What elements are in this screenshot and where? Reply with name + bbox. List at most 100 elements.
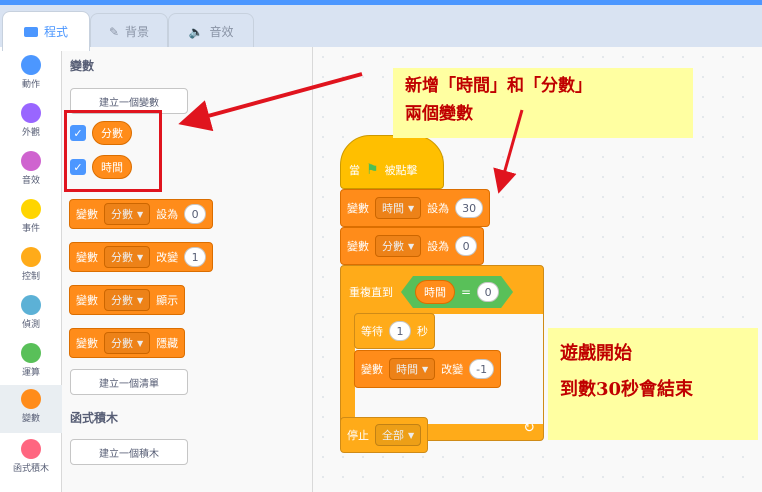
block-text: 變數	[76, 294, 98, 307]
category-variables[interactable]: 變數	[0, 385, 62, 433]
sensing-color-dot	[21, 295, 41, 315]
dropdown-value: 分數	[111, 294, 133, 307]
annotation-note-variables: 新增「時間」和「分數」 兩個變數	[393, 68, 693, 138]
looks-color-dot	[21, 103, 41, 123]
my-blocks-color-dot	[21, 439, 41, 459]
variable-dropdown[interactable]: 分數 ▼	[375, 235, 422, 257]
tab-backdrops-label: 背景	[125, 25, 150, 39]
variables-section-title: 變數	[70, 59, 95, 73]
block-text: 當	[349, 164, 360, 177]
value-input[interactable]: 0	[184, 204, 207, 224]
value-input[interactable]: 1	[184, 247, 207, 267]
block-text: 秒	[417, 325, 428, 338]
wait-block[interactable]: 等待 1 秒	[354, 313, 435, 349]
dropdown-value: 分數	[382, 240, 404, 253]
note-line: 兩個變數	[405, 104, 473, 124]
category-label: 外觀	[21, 128, 40, 138]
stop-option-dropdown[interactable]: 全部 ▼	[375, 424, 422, 446]
variable-dropdown[interactable]: 分數 ▼	[104, 203, 151, 225]
variable-dropdown[interactable]: 分數 ▼	[104, 289, 151, 311]
set-score-block[interactable]: 變數 分數 ▼ 設為 0	[340, 227, 485, 265]
change-time-block[interactable]: 變數 時間 ▼ 改變 -1	[354, 350, 502, 388]
annotation-note-game-start: 遊戲開始 到數30秒會結束	[548, 328, 758, 440]
stop-block[interactable]: 停止 全部 ▼	[340, 417, 429, 453]
value-input[interactable]: 1	[389, 321, 411, 341]
block-text: 變數	[347, 240, 369, 253]
block-text: 變數	[361, 363, 383, 376]
variable-dropdown[interactable]: 分數 ▼	[104, 332, 151, 354]
block-text: 改變	[441, 363, 464, 376]
caret-down-icon: ▼	[422, 364, 429, 374]
variable-dropdown[interactable]: 時間 ▼	[375, 197, 422, 219]
green-flag-icon: ⚑	[366, 162, 379, 178]
tab-sounds[interactable]: 🔈 音效	[168, 13, 254, 49]
dropdown-value: 分數	[111, 251, 133, 264]
note-line: 新增「時間」和「分數」	[405, 76, 592, 96]
dropdown-value: 時間	[382, 202, 404, 215]
tab-sounds-label: 音效	[209, 25, 234, 39]
make-list-button[interactable]: 建立一個清單	[70, 369, 188, 395]
variable-dropdown[interactable]: 時間 ▼	[389, 358, 436, 380]
category-sensing[interactable]: 偵測	[0, 295, 62, 337]
block-text: 變數	[76, 251, 98, 264]
category-events[interactable]: 事件	[0, 199, 62, 241]
when-flag-clicked-block[interactable]: 當 ⚑ 被點擊	[340, 135, 444, 189]
code-icon	[23, 26, 38, 37]
note-line: 到數30秒會結束	[560, 379, 694, 400]
category-control[interactable]: 控制	[0, 247, 62, 289]
dropdown-value: 分數	[111, 208, 133, 221]
category-looks[interactable]: 外觀	[0, 103, 62, 145]
dropdown-value: 全部	[382, 429, 404, 442]
caret-down-icon: ▼	[408, 430, 415, 440]
block-text: 隱藏	[156, 337, 179, 350]
category-label: 運算	[21, 368, 40, 378]
change-variable-block[interactable]: 變數 分數 ▼ 改變 1	[69, 242, 214, 272]
motion-color-dot	[21, 55, 41, 75]
category-operators[interactable]: 運算	[0, 343, 62, 385]
operators-color-dot	[21, 343, 41, 363]
caret-down-icon: ▼	[137, 252, 144, 262]
events-color-dot	[21, 199, 41, 219]
value-input[interactable]: 30	[455, 198, 484, 218]
caret-down-icon: ▼	[408, 241, 415, 251]
category-motion[interactable]: 動作	[0, 55, 62, 97]
show-variable-block[interactable]: 變數 分數 ▼ 顯示	[69, 285, 186, 315]
block-text: 顯示	[156, 294, 179, 307]
repeat-until-header: 重複直到 時間 = 0	[349, 276, 513, 308]
block-text: 改變	[156, 251, 179, 264]
category-label: 音效	[21, 176, 40, 186]
block-text: 設為	[427, 240, 450, 253]
block-text: 被點擊	[384, 164, 418, 177]
set-variable-block[interactable]: 變數 分數 ▼ 設為 0	[69, 199, 214, 229]
equals-operator[interactable]: 時間 = 0	[401, 276, 513, 308]
block-text: 等待	[361, 325, 383, 338]
category-label: 事件	[21, 224, 40, 234]
speaker-icon: 🔈	[188, 24, 204, 39]
category-label: 偵測	[21, 320, 40, 330]
variables-highlight-box	[64, 110, 162, 192]
caret-down-icon: ▼	[408, 203, 415, 213]
variable-dropdown[interactable]: 分數 ▼	[104, 246, 151, 268]
block-text: 設為	[427, 202, 450, 215]
category-my-blocks[interactable]: 函式積木	[0, 439, 62, 481]
value-input[interactable]: -1	[469, 359, 495, 379]
caret-down-icon: ▼	[137, 338, 144, 348]
value-input[interactable]: 0	[455, 236, 478, 256]
tab-code-label: 程式	[43, 25, 68, 39]
value-input[interactable]: 0	[477, 282, 499, 302]
control-color-dot	[21, 247, 41, 267]
caret-down-icon: ▼	[137, 209, 144, 219]
loop-arrow-icon: ↻	[523, 420, 535, 436]
reporter-time[interactable]: 時間	[415, 280, 455, 304]
hide-variable-block[interactable]: 變數 分數 ▼ 隱藏	[69, 328, 186, 358]
category-label: 函式積木	[12, 464, 49, 474]
sound-color-dot	[21, 151, 41, 171]
block-text: 停止	[347, 429, 369, 442]
tab-backdrops[interactable]: ✎ 背景	[90, 13, 168, 49]
set-time-block[interactable]: 變數 時間 ▼ 設為 30	[340, 189, 491, 227]
make-block-button[interactable]: 建立一個積木	[70, 439, 188, 465]
category-sound[interactable]: 音效	[0, 151, 62, 193]
tab-code[interactable]: 程式	[2, 11, 90, 51]
block-text: 變數	[347, 202, 369, 215]
category-menu: 動作 外觀 音效 事件 控制 偵測 運算 變數 函式積木	[0, 47, 62, 492]
